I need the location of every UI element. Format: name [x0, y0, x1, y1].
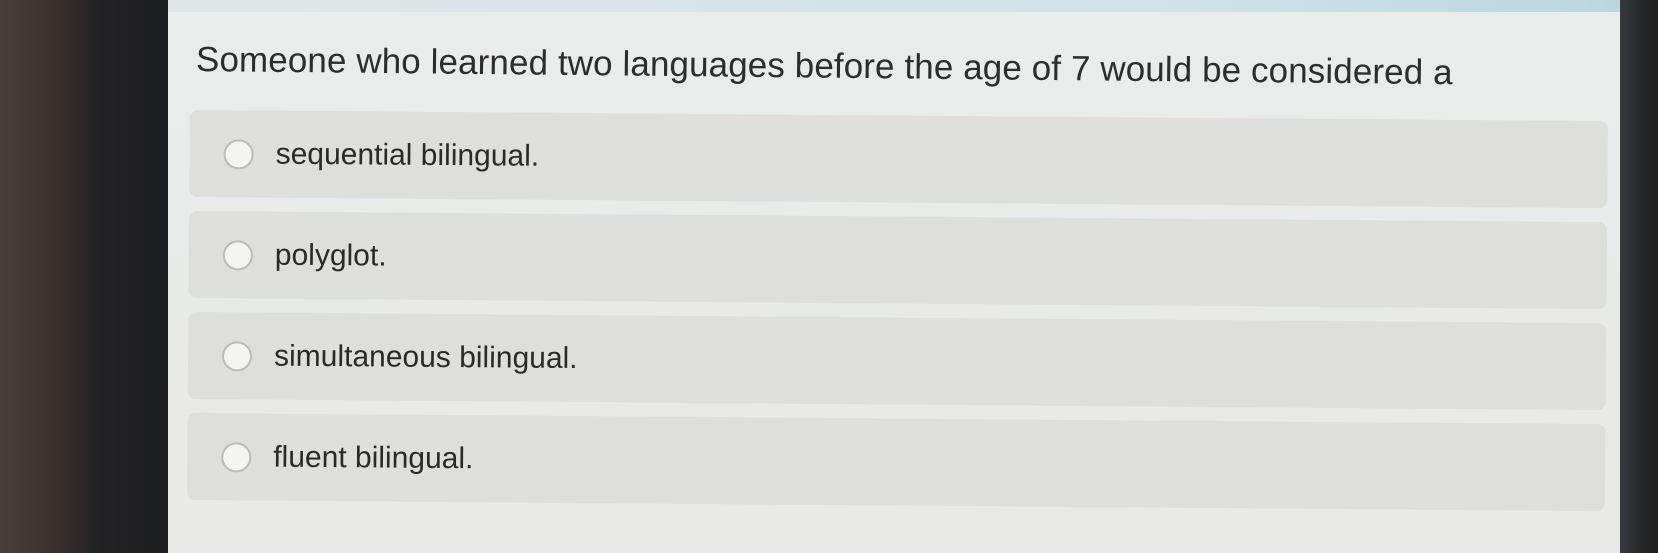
monitor-bezel-right	[1616, 0, 1658, 553]
answer-option-label: fluent bilingual.	[273, 440, 474, 475]
answer-options: sequential bilingual. polyglot. simultan…	[186, 110, 1608, 525]
answer-option-label: sequential bilingual.	[275, 137, 540, 173]
answer-option-label: polyglot.	[274, 238, 387, 273]
radio-button-icon[interactable]	[221, 340, 253, 371]
answer-option-2[interactable]: polyglot.	[188, 210, 1608, 310]
answer-option-3[interactable]: simultaneous bilingual.	[187, 311, 1607, 411]
answer-option-1[interactable]: sequential bilingual.	[189, 110, 1608, 209]
radio-button-icon[interactable]	[223, 138, 254, 170]
radio-button-icon[interactable]	[222, 239, 253, 270]
monitor-bezel-left	[0, 0, 175, 553]
quiz-screen: Someone who learned two languages before…	[168, 0, 1620, 553]
screen-top-edge	[168, 0, 1620, 12]
answer-option-label: simultaneous bilingual.	[273, 339, 578, 375]
question-text: Someone who learned two languages before…	[195, 40, 1453, 93]
radio-button-icon[interactable]	[221, 441, 252, 472]
answer-option-4[interactable]: fluent bilingual.	[186, 412, 1606, 512]
